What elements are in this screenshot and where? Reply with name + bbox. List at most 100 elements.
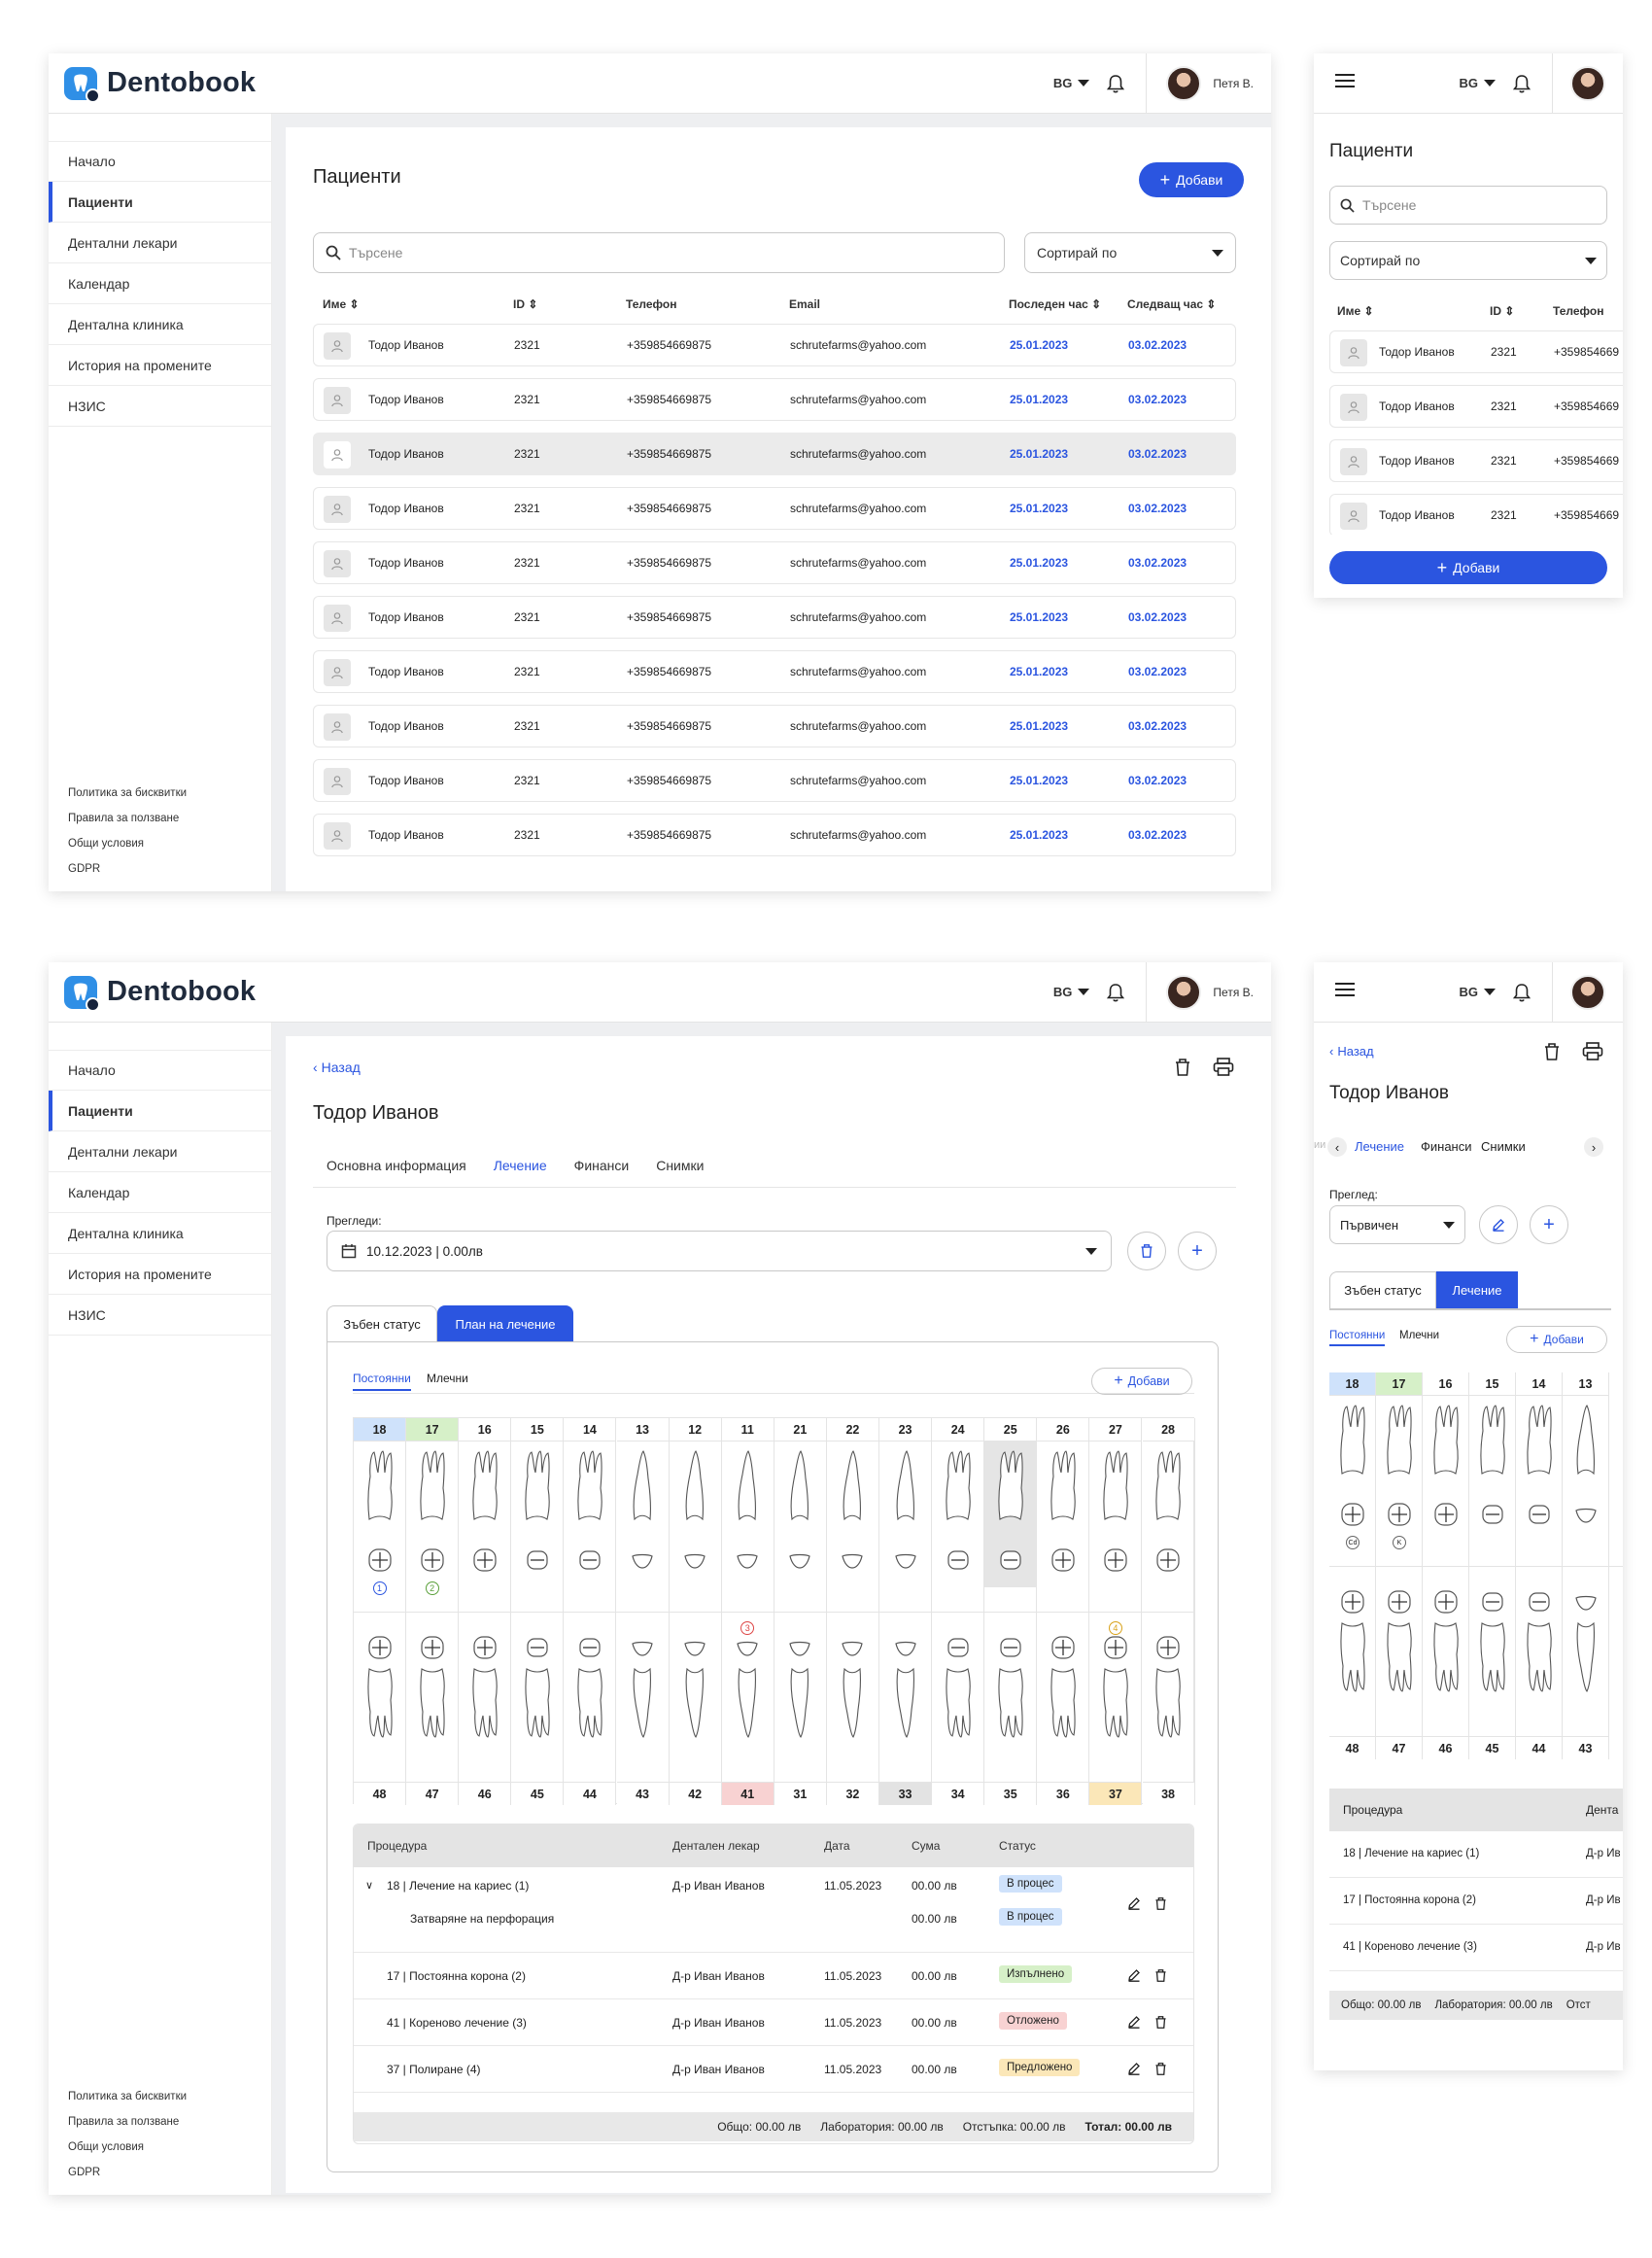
dentition-tab-milk[interactable]: Млечни: [427, 1372, 468, 1385]
add-patient-button[interactable]: + Добави: [1139, 162, 1244, 197]
col-name[interactable]: Име ⇕: [323, 297, 360, 311]
table-row[interactable]: Тодор Иванов 2321 +359854669875 schrutefarm…: [313, 759, 1236, 802]
tab-basic-info[interactable]: Основна информация: [327, 1158, 466, 1173]
table-row[interactable]: Тодор Иванов 2321 +359854669875 schrutefarm…: [313, 541, 1236, 584]
tab-treatment[interactable]: Лечение: [1355, 1139, 1404, 1154]
edit-icon[interactable]: [1127, 1968, 1141, 1985]
edit-icon[interactable]: [1127, 2062, 1141, 2078]
language-selector[interactable]: BG: [1460, 985, 1496, 999]
cookie-policy-link[interactable]: Политика за бисквитки: [68, 2084, 187, 2109]
table-row[interactable]: Тодор Иванов 2321 +359854669875 schrutefarm…: [313, 596, 1236, 639]
print-icon[interactable]: [1582, 1042, 1603, 1066]
logo[interactable]: Dentobook: [64, 66, 256, 103]
subtab-dental-status[interactable]: Зъбен статус: [327, 1305, 437, 1342]
hamburger-menu-icon[interactable]: [1335, 73, 1355, 93]
table-row[interactable]: Тодор Иванов 2321 +359854669: [1329, 494, 1623, 535]
exam-select[interactable]: Първичен: [1329, 1205, 1465, 1244]
sidebar-item-dentists[interactable]: Дентални лекари: [49, 1131, 271, 1172]
terms-of-use-link[interactable]: Правила за ползване: [68, 806, 187, 831]
subtab-dental-status[interactable]: Зъбен статус: [1329, 1271, 1436, 1308]
language-selector[interactable]: BG: [1053, 985, 1090, 999]
dentition-tab-milk[interactable]: Млечни: [1399, 1330, 1439, 1341]
general-terms-link[interactable]: Общи условия: [68, 831, 187, 856]
sidebar-item-clinic[interactable]: Дентална клиника: [49, 1213, 271, 1254]
back-link[interactable]: ‹ Назад: [313, 1060, 361, 1075]
user-menu[interactable]: Петя В.: [1146, 962, 1271, 1022]
terms-of-use-link[interactable]: Правила за ползване: [68, 2109, 187, 2135]
table-row[interactable]: Тодор Иванов 2321 +359854669875 schrutefarm…: [313, 814, 1236, 856]
table-row[interactable]: Тодор Иванов 2321 +359854669: [1329, 330, 1623, 373]
trash-icon[interactable]: [1154, 1968, 1167, 1986]
col-next-visit[interactable]: Следващ час ⇕: [1127, 297, 1216, 311]
sidebar-item-history[interactable]: История на промените: [49, 345, 271, 386]
logo[interactable]: Dentobook: [64, 975, 256, 1012]
tab-photos[interactable]: Снимки: [1481, 1139, 1526, 1154]
user-menu[interactable]: [1552, 962, 1623, 1022]
user-menu[interactable]: Петя В.: [1146, 53, 1271, 113]
mobile-sort-select[interactable]: Сортирай по: [1329, 241, 1607, 280]
sidebar-item-calendar[interactable]: Календар: [49, 1172, 271, 1213]
col-name[interactable]: Име ⇕: [1337, 304, 1374, 318]
general-terms-link[interactable]: Общи условия: [68, 2135, 187, 2160]
hamburger-menu-icon[interactable]: [1335, 982, 1355, 1002]
mobile-search-input[interactable]: Търсене: [1329, 186, 1607, 225]
mobile-add-button[interactable]: + Добави: [1329, 551, 1607, 584]
tab-treatment[interactable]: Лечение: [494, 1158, 547, 1173]
user-menu[interactable]: [1552, 53, 1623, 113]
sidebar-item-home[interactable]: Начало: [49, 141, 271, 182]
bell-icon[interactable]: [1513, 74, 1531, 93]
add-procedure-button[interactable]: + Добави: [1506, 1326, 1607, 1353]
table-row[interactable]: Тодор Иванов 2321 +359854669: [1329, 439, 1623, 482]
subtab-treatment[interactable]: Лечение: [1436, 1271, 1518, 1308]
print-icon[interactable]: [1213, 1058, 1234, 1082]
tab-basic-info-partial[interactable]: ии: [1314, 1139, 1325, 1151]
chevron-down-icon[interactable]: ∨: [365, 1879, 373, 1892]
delete-exam-button[interactable]: [1127, 1232, 1166, 1270]
procedure-row[interactable]: ∨ 18 | Лечение на кариес (1) Затваряне на …: [354, 1867, 1193, 1953]
trash-icon[interactable]: [1154, 2015, 1167, 2032]
table-row[interactable]: Тодор Иванов 2321 +359854669875 schrutefarm…: [313, 487, 1236, 530]
exam-select[interactable]: 10.12.2023 | 0.00лв: [327, 1231, 1112, 1271]
language-selector[interactable]: BG: [1053, 76, 1090, 90]
table-row[interactable]: Тодор Иванов 2321 +359854669875 schrutefarm…: [313, 650, 1236, 693]
procedure-row[interactable]: 37 | Полиране (4) Д-р Иван Иванов 11.05.20…: [354, 2046, 1193, 2093]
table-row[interactable]: Тодор Иванов 2321 +359854669: [1329, 385, 1623, 428]
table-row[interactable]: Тодор Иванов 2321 +359854669875 schrutefarm…: [313, 433, 1236, 475]
sidebar-item-calendar[interactable]: Календар: [49, 263, 271, 304]
sidebar-item-home[interactable]: Начало: [49, 1050, 271, 1091]
chevron-left-icon[interactable]: ‹: [1327, 1137, 1347, 1157]
sidebar-item-patients[interactable]: Пациенти: [49, 182, 271, 223]
edit-exam-button[interactable]: [1479, 1205, 1518, 1244]
dentition-tab-permanent[interactable]: Постоянни: [353, 1372, 411, 1391]
search-input[interactable]: Търсене: [313, 232, 1005, 273]
add-procedure-button[interactable]: + Добави: [1091, 1368, 1192, 1395]
tab-finances[interactable]: Финанси: [1421, 1139, 1472, 1154]
table-row[interactable]: Тодор Иванов 2321 +359854669875 schrutefarm…: [313, 378, 1236, 421]
gdpr-link[interactable]: GDPR: [68, 2160, 187, 2185]
delete-patient-icon[interactable]: [1543, 1042, 1561, 1066]
sidebar-item-history[interactable]: История на промените: [49, 1254, 271, 1295]
back-link[interactable]: ‹ Назад: [1329, 1044, 1374, 1059]
trash-icon[interactable]: [1154, 2062, 1167, 2079]
procedure-row[interactable]: 18 | Лечение на кариес (1) Д-р Ив: [1329, 1831, 1623, 1878]
procedure-row[interactable]: 17 | Постоянна корона (2) Д-р Ив: [1329, 1878, 1623, 1925]
procedure-row[interactable]: 17 | Постоянна корона (2) Д-р Иван Иванов…: [354, 1953, 1193, 1999]
bell-icon[interactable]: [1107, 74, 1125, 93]
cookie-policy-link[interactable]: Политика за бисквитки: [68, 781, 187, 806]
table-row[interactable]: Тодор Иванов 2321 +359854669875 schrutefarm…: [313, 324, 1236, 366]
sidebar-item-nzis[interactable]: НЗИС: [49, 386, 271, 427]
sidebar-item-nzis[interactable]: НЗИС: [49, 1295, 271, 1336]
col-id[interactable]: ID ⇕: [1490, 304, 1514, 318]
sidebar-item-dentists[interactable]: Дентални лекари: [49, 223, 271, 263]
procedure-row[interactable]: 41 | Кореново лечение (3) Д-р Ив: [1329, 1925, 1623, 1971]
bell-icon[interactable]: [1107, 983, 1125, 1002]
procedure-row[interactable]: 41 | Кореново лечение (3) Д-р Иван Иванов…: [354, 1999, 1193, 2046]
trash-icon[interactable]: [1154, 1896, 1167, 1914]
dentition-tab-permanent[interactable]: Постоянни: [1329, 1330, 1386, 1346]
edit-icon[interactable]: [1127, 1896, 1141, 1913]
chevron-right-icon[interactable]: ›: [1584, 1137, 1603, 1157]
sidebar-item-clinic[interactable]: Дентална клиника: [49, 304, 271, 345]
tab-photos[interactable]: Снимки: [656, 1158, 704, 1173]
add-exam-button[interactable]: +: [1178, 1232, 1217, 1270]
table-row[interactable]: Тодор Иванов 2321 +359854669875 schrutefarm…: [313, 705, 1236, 747]
